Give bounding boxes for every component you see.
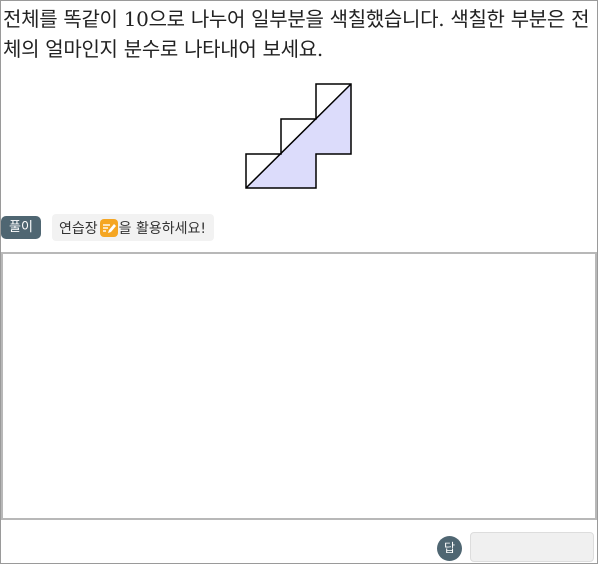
pencil-icon — [99, 218, 118, 237]
question-text: 전체를 똑같이 10으로 나누어 일부분을 색칠했습니다. 색칠한 부분은 전체… — [3, 7, 590, 61]
practice-pad-hint: 연습장 을 활용하세요! — [52, 214, 214, 241]
solution-badge: 풀이 — [1, 216, 41, 239]
hint-text-after: 을 활용하세요! — [118, 220, 206, 237]
answer-badge: 답 — [437, 536, 462, 561]
solution-workpad[interactable] — [1, 252, 597, 520]
answer-input[interactable] — [470, 532, 594, 562]
hint-text-before: 연습장 — [59, 220, 98, 237]
staircase-figure — [245, 83, 352, 189]
